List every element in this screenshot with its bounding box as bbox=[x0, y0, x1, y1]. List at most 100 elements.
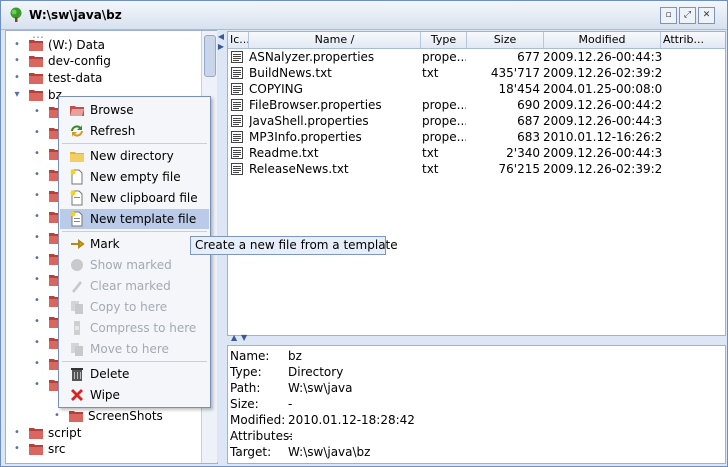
menu-item-delete[interactable]: Delete bbox=[60, 364, 209, 384]
horizontal-splitter[interactable]: ▲ ▼ bbox=[227, 333, 724, 344]
wipe-x-icon bbox=[71, 389, 83, 401]
cell-name: BuildNews.txt bbox=[249, 66, 332, 80]
tree-expand-icon[interactable]: • bbox=[50, 407, 64, 425]
cell-type: prope... bbox=[422, 50, 466, 64]
menu-item-new-empty-file[interactable]: New empty file bbox=[60, 167, 209, 187]
new-template-file-icon bbox=[70, 211, 83, 227]
tree-expand-icon[interactable]: ▾ bbox=[10, 86, 24, 104]
cell-name: JavaShell.properties bbox=[249, 114, 369, 128]
col-header-size[interactable]: Size bbox=[467, 32, 544, 48]
tree-expand-icon[interactable]: • bbox=[30, 208, 44, 226]
menu-item-new-clipboard-file[interactable]: New clipboard file bbox=[60, 188, 209, 208]
cell-name: ASNalyzer.properties bbox=[249, 50, 375, 64]
detail-value: bz bbox=[288, 349, 302, 363]
cell-name: Readme.txt bbox=[249, 146, 319, 160]
detail-value: Directory bbox=[288, 365, 344, 379]
menu-item-new-directory[interactable]: New directory bbox=[60, 146, 209, 166]
table-row[interactable]: BuildNews.txt txt 435'717 2009.12.26-02:39:… bbox=[228, 65, 725, 81]
table-row[interactable]: JavaShell.properties prope... 687 2009.12.2… bbox=[228, 113, 725, 129]
menu-item-move-to-here[interactable]: Move to here bbox=[60, 339, 209, 359]
cell-type: txt bbox=[422, 162, 439, 176]
compress-icon bbox=[74, 321, 80, 335]
table-row[interactable]: Readme.txt txt 2'340 2009.12.26-00:44:39 bbox=[228, 145, 725, 161]
tooltip: Create a new file from a template bbox=[190, 236, 398, 255]
table-row[interactable]: MP3Info.properties prope... 683 2010.01.12-… bbox=[228, 129, 725, 145]
tree-expand-icon[interactable]: • bbox=[30, 271, 44, 289]
cell-type: prope... bbox=[422, 114, 466, 128]
detail-key: Type: bbox=[230, 365, 262, 379]
show-marked-icon bbox=[71, 259, 83, 271]
collapse-up-icon[interactable]: ▲ bbox=[231, 333, 237, 342]
tree-expand-icon[interactable]: • bbox=[30, 313, 44, 331]
menu-item-clear-marked[interactable]: Clear marked bbox=[60, 276, 209, 296]
detail-key: Modified: bbox=[230, 413, 286, 427]
tree-expand-icon[interactable]: • bbox=[30, 187, 44, 205]
cell-modified: 2004.01.25-00:08:00 bbox=[543, 82, 663, 96]
menu-item-show-marked[interactable]: Show marked bbox=[60, 255, 209, 275]
tree-expand-icon[interactable]: • bbox=[30, 124, 44, 142]
tree-expand-icon[interactable]: • bbox=[30, 250, 44, 268]
cell-modified: 2009.12.26-00:44:35 bbox=[543, 50, 663, 64]
cell-modified: 2009.12.26-00:44:39 bbox=[543, 146, 663, 160]
title-bar[interactable]: W:\sw\java\bz ▫ ⤢ ✕ bbox=[1, 1, 727, 30]
table-row[interactable]: COPYING 18'454 2004.01.25-00:08:00 bbox=[228, 81, 725, 97]
col-header-type[interactable]: Type bbox=[421, 32, 467, 48]
detail-key: Attributes: bbox=[230, 429, 294, 443]
tree-expand-icon[interactable]: • bbox=[30, 145, 44, 163]
tree-expand-icon[interactable]: • bbox=[30, 166, 44, 184]
table-row[interactable]: ReleaseNews.txt txt 76'215 2009.12.26-02:39… bbox=[228, 161, 725, 177]
cell-modified: 2009.12.26-00:44:24 bbox=[543, 98, 663, 112]
menu-item-copy-to-here[interactable]: Copy to here bbox=[60, 297, 209, 317]
cell-type bbox=[422, 81, 466, 97]
table-row[interactable]: ASNalyzer.properties prope... 677 2009.12.2… bbox=[228, 49, 725, 65]
tree-expand-icon[interactable]: • bbox=[30, 103, 44, 121]
context-menu: Browse Refresh New directory New empty f… bbox=[58, 96, 211, 408]
folder-icon bbox=[28, 54, 44, 68]
expand-right-icon[interactable]: ▶ bbox=[217, 42, 225, 51]
cell-size: 435'717 bbox=[490, 66, 540, 80]
menu-separator bbox=[62, 231, 207, 232]
menu-item-browse[interactable]: Browse bbox=[60, 100, 209, 120]
cell-modified: 2009.12.26-02:39:29 bbox=[543, 162, 663, 176]
cell-size: 76'215 bbox=[498, 162, 540, 176]
cell-size: 677 bbox=[517, 50, 540, 64]
tree-scrollbar-thumb[interactable] bbox=[204, 35, 216, 77]
tree-expand-icon[interactable]: • bbox=[30, 355, 44, 373]
menu-separator bbox=[62, 361, 207, 362]
refresh-icon bbox=[71, 125, 83, 137]
col-header-attributes[interactable]: Attrib... bbox=[661, 32, 725, 48]
clear-marked-icon bbox=[72, 281, 82, 293]
collapse-left-icon[interactable]: ◀ bbox=[217, 32, 225, 41]
cell-type: prope... bbox=[422, 98, 466, 112]
minimize-button[interactable]: ▫ bbox=[660, 7, 677, 24]
tree-expand-icon[interactable]: • bbox=[10, 69, 24, 87]
menu-item-wipe[interactable]: Wipe bbox=[60, 385, 209, 405]
col-header-name[interactable]: Name / bbox=[249, 32, 421, 48]
tree-expand-icon[interactable]: • bbox=[30, 334, 44, 352]
detail-key: Target: bbox=[230, 445, 272, 459]
tree-expand-icon[interactable]: • bbox=[30, 292, 44, 310]
tree-expand-icon[interactable]: • bbox=[10, 52, 24, 70]
cell-name: FileBrowser.properties bbox=[249, 98, 382, 112]
cell-size: 2'340 bbox=[506, 146, 540, 160]
cell-name: MP3Info.properties bbox=[249, 130, 362, 144]
expand-down-icon[interactable]: ▼ bbox=[241, 333, 247, 342]
folder-icon bbox=[28, 71, 44, 85]
browse-folder-icon bbox=[70, 106, 84, 116]
menu-item-new-template-file[interactable]: New template file bbox=[60, 209, 209, 229]
tree-expand-icon[interactable]: • bbox=[30, 376, 44, 394]
col-header-modified[interactable]: Modified bbox=[544, 32, 661, 48]
maximize-button[interactable]: ⤢ bbox=[679, 7, 696, 24]
menu-item-compress-to-here[interactable]: Compress to here bbox=[60, 318, 209, 338]
menu-item-refresh[interactable]: Refresh bbox=[60, 121, 209, 141]
tree-expand-icon[interactable]: • bbox=[10, 440, 24, 458]
col-header-icon[interactable]: Ic... bbox=[228, 32, 249, 48]
tree-expand-icon[interactable]: • bbox=[30, 229, 44, 247]
file-icon bbox=[231, 115, 243, 127]
file-table[interactable]: Ic... Name / Type Size Modified Attrib..… bbox=[227, 31, 726, 336]
tree-item-label: dev-config bbox=[48, 54, 111, 68]
file-icon bbox=[231, 147, 243, 159]
table-row[interactable]: FileBrowser.properties prope... 690 2009.12… bbox=[228, 97, 725, 113]
close-button[interactable]: ✕ bbox=[698, 7, 715, 24]
menu-item-mark[interactable]: Mark bbox=[60, 234, 209, 254]
